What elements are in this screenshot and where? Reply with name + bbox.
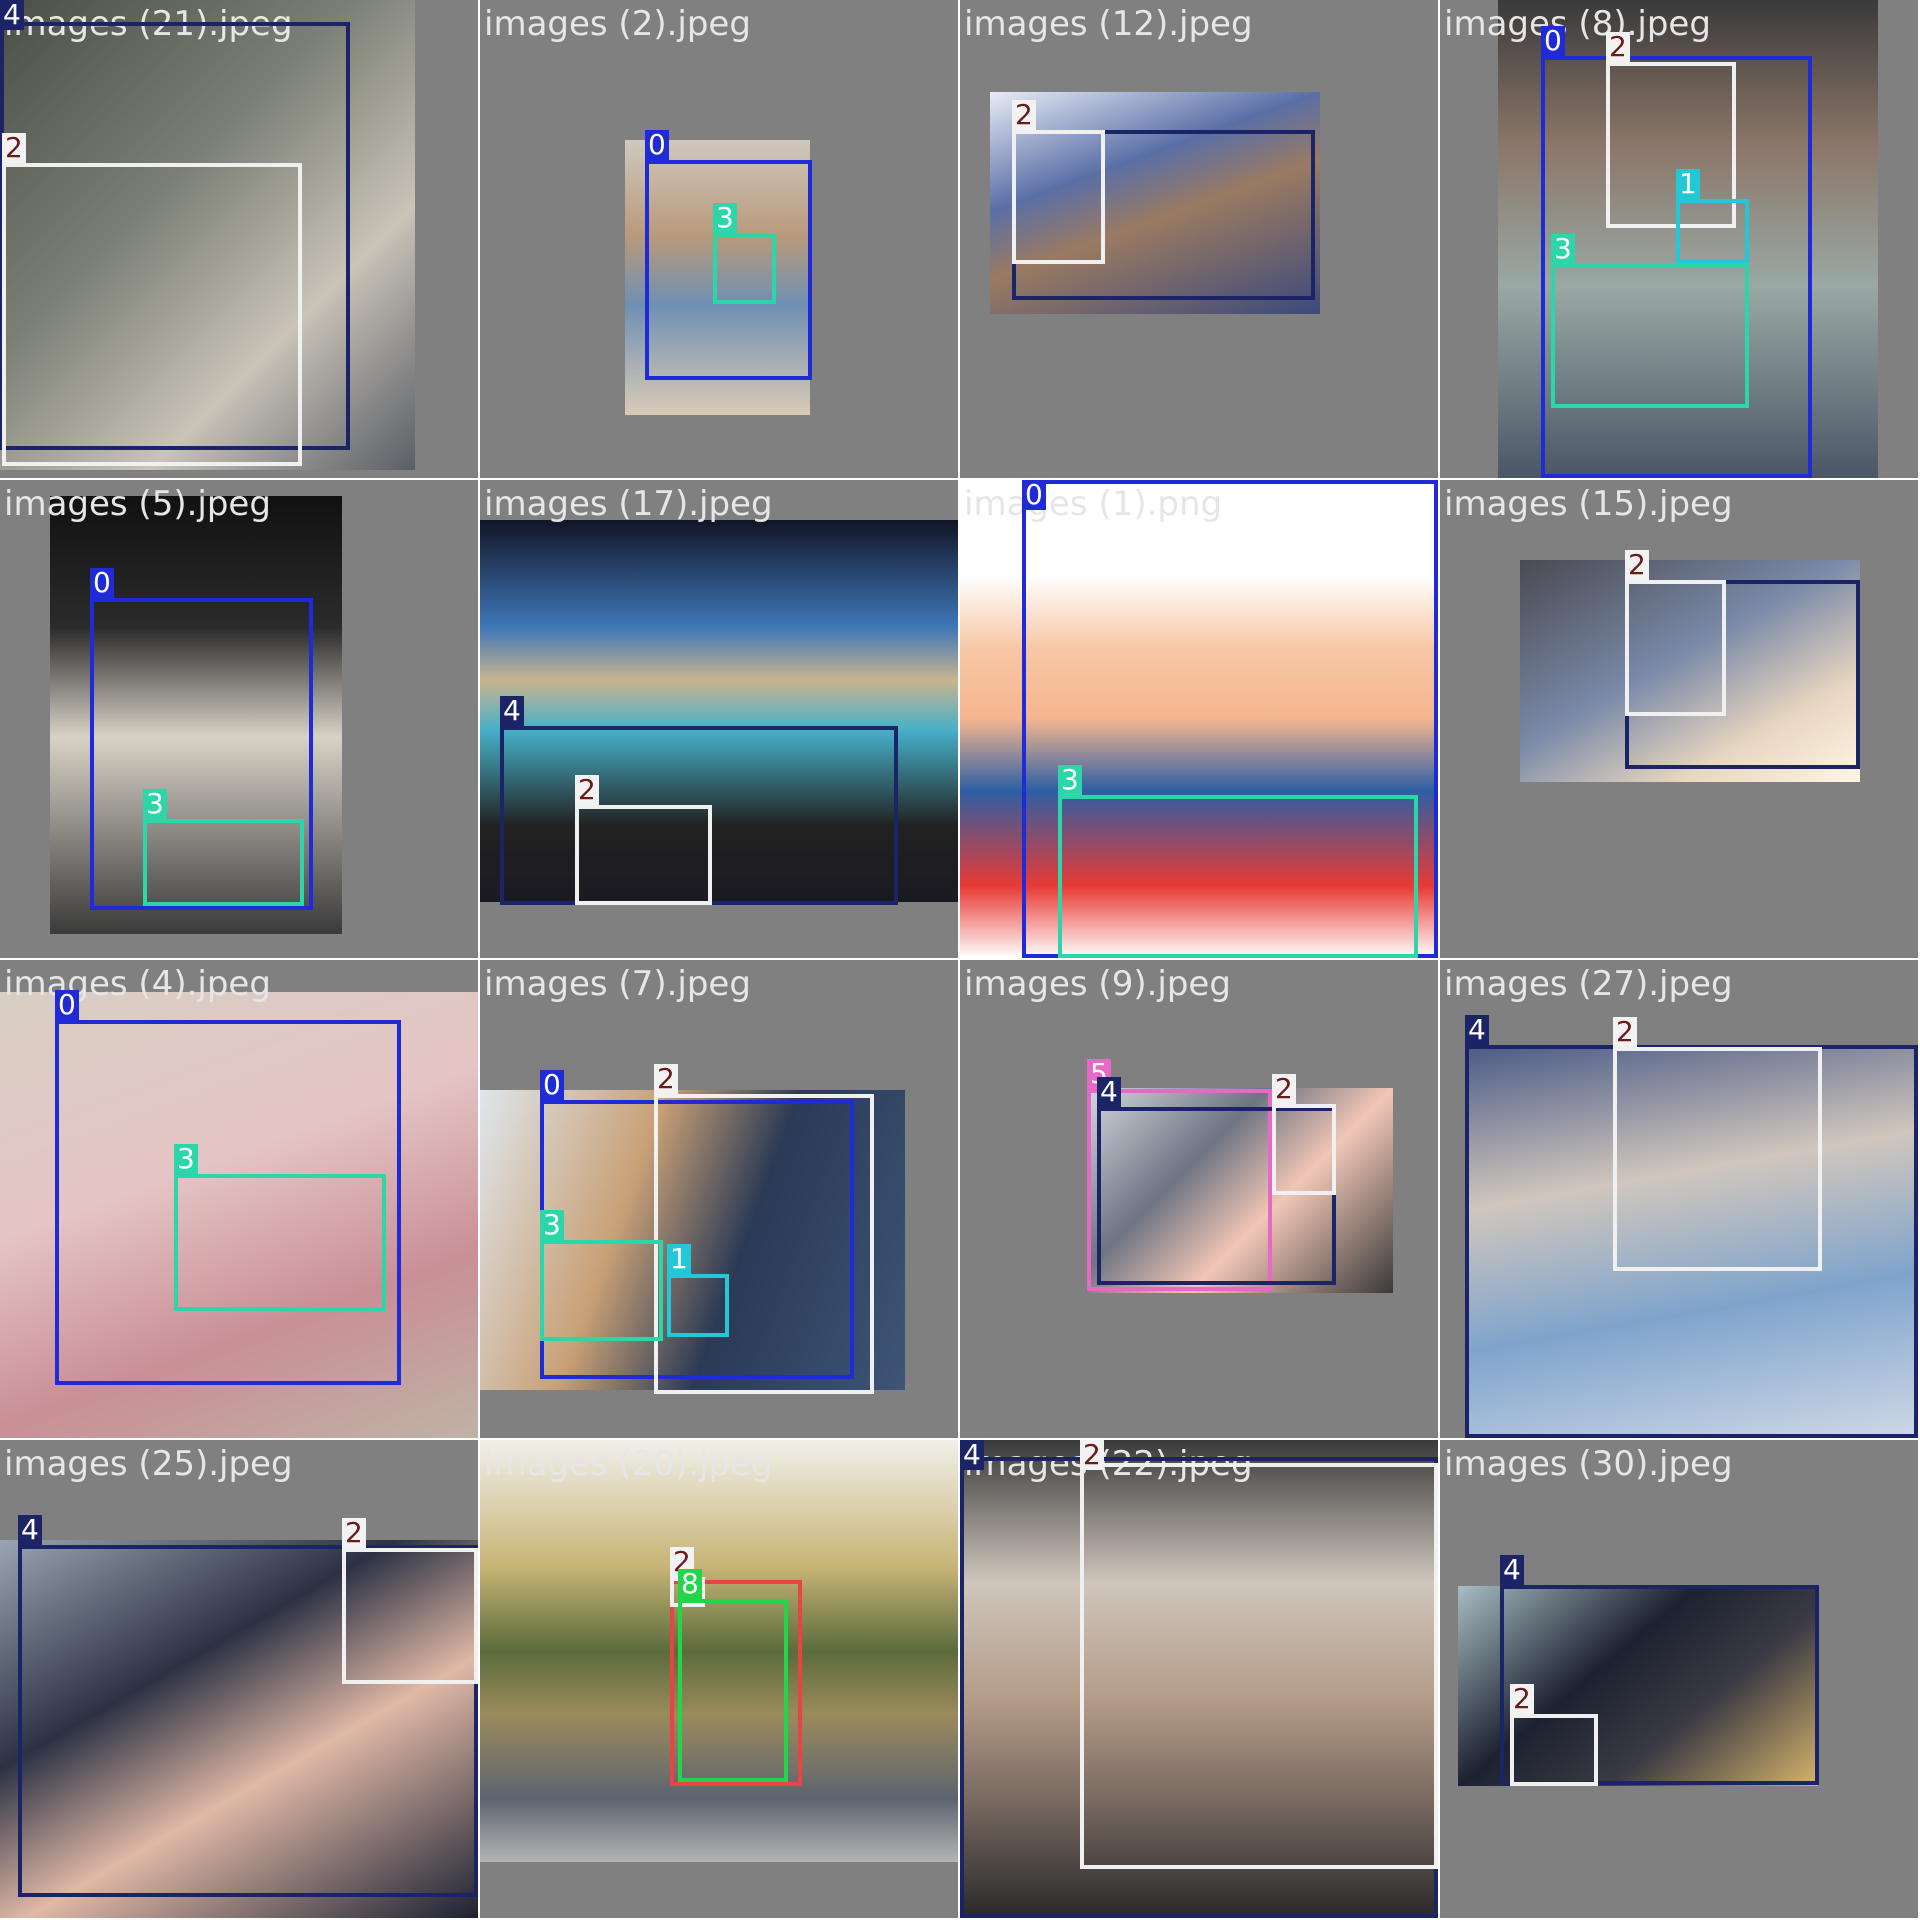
mosaic-tile: images (21).jpeg 4 2: [0, 0, 478, 478]
mosaic-tile: images (25).jpeg 4 2: [0, 1440, 478, 1918]
bounding-box: [678, 1599, 788, 1782]
class-label-badge: 3: [713, 203, 737, 233]
mosaic-tile: images (8).jpeg 0 2 1 3: [1440, 0, 1918, 478]
class-label-badge: 2: [1510, 1684, 1534, 1714]
class-label-badge: 4: [18, 1515, 42, 1545]
tile-filename-label: images (9).jpeg: [964, 964, 1231, 1004]
class-label-badge: 2: [1625, 550, 1649, 580]
class-label-badge: 3: [174, 1144, 198, 1174]
class-label-badge: 2: [2, 133, 26, 163]
class-label-badge: 8: [678, 1569, 702, 1599]
mosaic-tile: images (9).jpeg 5 4 2: [960, 960, 1438, 1438]
bounding-box: [1058, 795, 1418, 958]
mosaic-tile: images (5).jpeg 0 3: [0, 480, 478, 958]
mosaic-tile: images (22).jpeg 4 2: [960, 1440, 1438, 1918]
class-label-badge: 4: [1465, 1015, 1489, 1045]
class-label-badge: 0: [1022, 480, 1046, 510]
image-mosaic: images (21).jpeg 4 2 images (2).jpeg 0 3 image…: [0, 0, 1920, 1920]
class-label-badge: 2: [1272, 1074, 1296, 1104]
tile-filename-label: images (8).jpeg: [1444, 4, 1711, 44]
bounding-box: [575, 805, 712, 905]
bounding-box: [174, 1174, 386, 1311]
bounding-box: [1551, 264, 1749, 408]
class-label-badge: 1: [1676, 169, 1700, 199]
tile-filename-label: images (15).jpeg: [1444, 484, 1733, 524]
class-label-badge: 2: [575, 775, 599, 805]
class-label-badge: 1: [667, 1244, 691, 1274]
bounding-box: [540, 1240, 663, 1341]
class-label-badge: 2: [342, 1518, 366, 1548]
class-label-badge: 0: [55, 990, 79, 1020]
class-label-badge: 3: [143, 789, 167, 819]
bounding-box: [1613, 1047, 1822, 1271]
class-label-badge: 0: [645, 130, 669, 160]
class-label-badge: 4: [1097, 1077, 1121, 1107]
class-label-badge: 4: [500, 696, 524, 726]
tile-filename-label: images (2).jpeg: [484, 4, 751, 44]
mosaic-tile: images (12).jpeg42: [960, 0, 1438, 478]
tile-filename-label: images (20).jpeg: [484, 1444, 773, 1484]
mosaic-tile: images (30).jpeg 4 2: [1440, 1440, 1918, 1918]
mosaic-tile: images (17).jpeg 4 2: [480, 480, 958, 958]
tile-filename-label: images (12).jpeg: [964, 4, 1253, 44]
mosaic-tile: images (2).jpeg 0 3: [480, 0, 958, 478]
mosaic-tile: images (1).png 0 3: [960, 480, 1438, 958]
mosaic-tile: images (27).jpeg 4 2: [1440, 960, 1918, 1438]
class-label-badge: 0: [1541, 26, 1565, 56]
bounding-box: [143, 819, 304, 906]
class-label-badge: 4: [960, 1440, 984, 1470]
mosaic-tile: images (20).jpeg628: [480, 1440, 958, 1918]
tile-filename-label: images (27).jpeg: [1444, 964, 1733, 1004]
bounding-box: [1625, 580, 1726, 716]
tile-filename-label: images (17).jpeg: [484, 484, 773, 524]
bounding-box: [667, 1274, 729, 1337]
bounding-box: [342, 1548, 478, 1684]
mosaic-tile: images (15).jpeg42: [1440, 480, 1918, 958]
mosaic-tile: images (7).jpeg 0 2 3 1: [480, 960, 958, 1438]
tile-filename-label: images (25).jpeg: [4, 1444, 293, 1484]
bounding-box: [1510, 1714, 1598, 1786]
tile-filename-label: images (30).jpeg: [1444, 1444, 1733, 1484]
bounding-box: [1012, 130, 1105, 264]
class-label-badge: 2: [654, 1064, 678, 1094]
class-label-badge: 0: [90, 568, 114, 598]
bounding-box: [1080, 1463, 1438, 1869]
tile-filename-label: images (4).jpeg: [4, 964, 271, 1004]
class-label-badge: 4: [1500, 1555, 1524, 1585]
class-label-badge: 2: [1613, 1017, 1637, 1047]
class-label-badge: 3: [1058, 765, 1082, 795]
class-label-badge: 2: [1606, 32, 1630, 62]
class-label-badge: 3: [540, 1210, 564, 1240]
class-label-badge: 3: [1551, 234, 1575, 264]
bounding-box: [1676, 199, 1749, 263]
class-label-badge: 0: [540, 1070, 564, 1100]
class-label-badge: 2: [1012, 100, 1036, 130]
tile-filename-label: images (7).jpeg: [484, 964, 751, 1004]
bounding-box: [713, 233, 776, 304]
mosaic-tile: images (4).jpeg 0 3: [0, 960, 478, 1438]
bounding-box: [2, 163, 302, 466]
class-label-badge: 4: [0, 0, 24, 30]
class-label-badge: 2: [1080, 1440, 1104, 1470]
tile-filename-label: images (5).jpeg: [4, 484, 271, 524]
bounding-box: [1272, 1104, 1336, 1195]
